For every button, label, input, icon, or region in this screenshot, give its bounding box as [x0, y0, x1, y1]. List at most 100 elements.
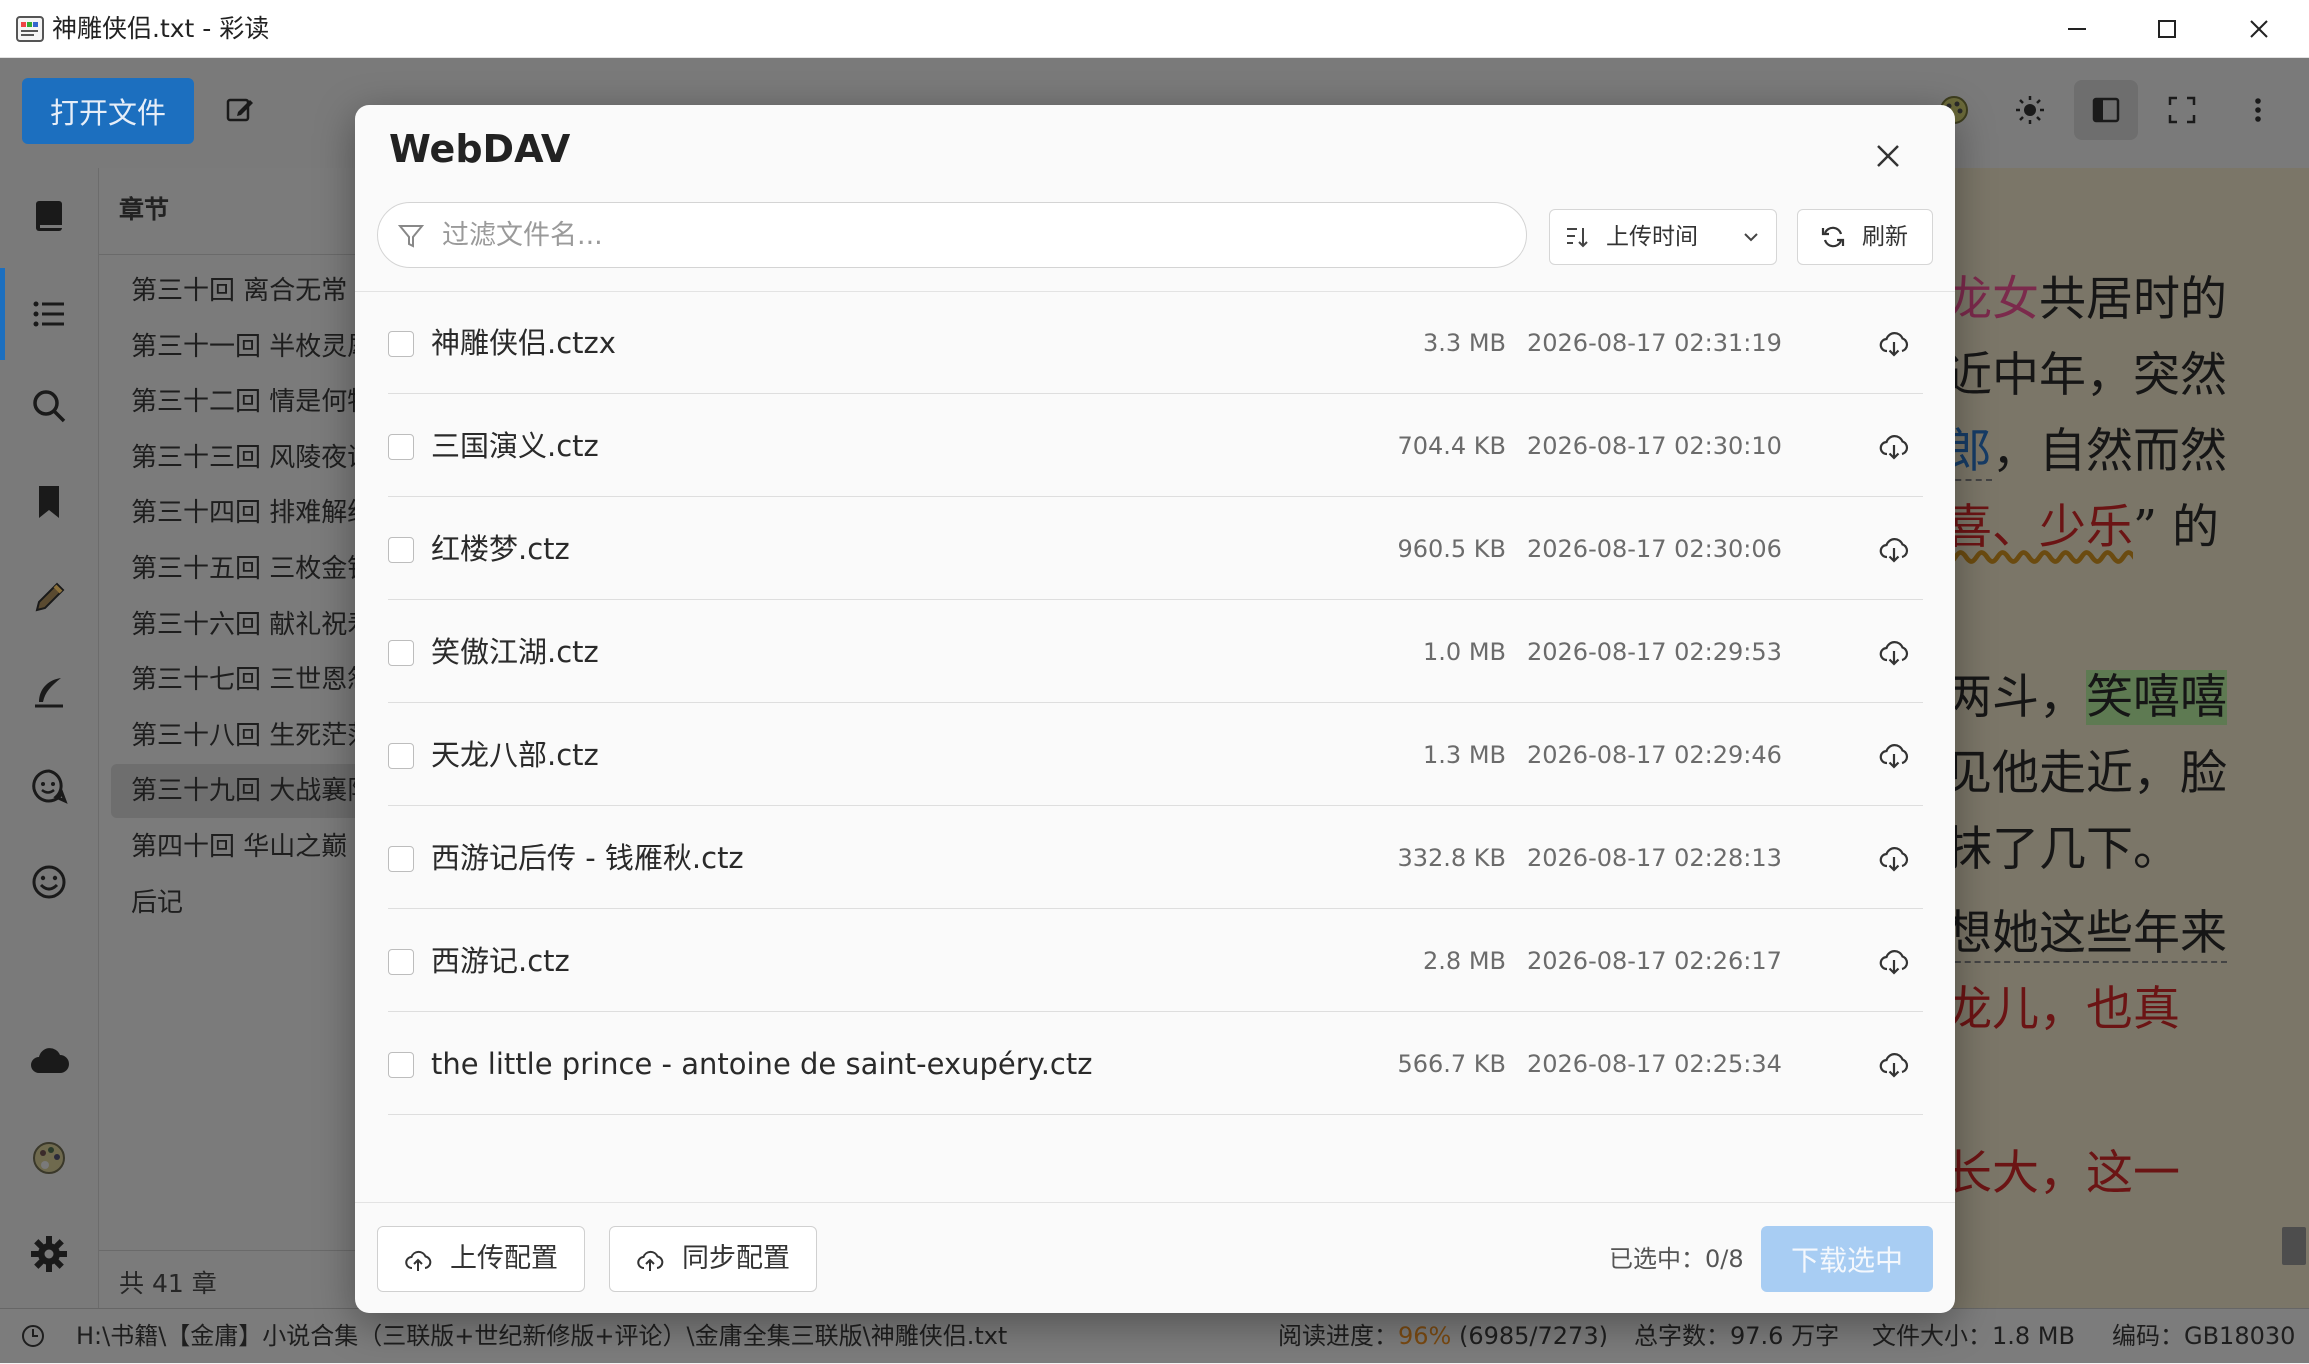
- file-checkbox[interactable]: [388, 537, 414, 563]
- chapter-item[interactable]: 后记: [99, 876, 361, 930]
- cloud-icon: [31, 1048, 69, 1073]
- text-line: 龙女共居时的: [1945, 260, 2227, 329]
- file-checkbox[interactable]: [388, 640, 414, 666]
- close-window-button[interactable]: [2214, 0, 2304, 58]
- file-name: 三国演义.ctz: [431, 429, 599, 463]
- chapter-item[interactable]: 第三十一回 半枚灵犀: [99, 320, 361, 374]
- file-row[interactable]: 西游记.ctz 2.8 MB 2026-08-17 02:26:17: [388, 910, 1923, 1012]
- bookshelf-button[interactable]: [25, 192, 73, 240]
- cloud-download-icon[interactable]: [1878, 534, 1910, 566]
- text-line: 两斗，笑嘻嘻: [1945, 658, 2227, 727]
- file-upload-time: 2026-08-17 02:29:46: [1527, 741, 1782, 769]
- chapter-item[interactable]: 第三十五回 三枚金针: [99, 542, 361, 596]
- chapter-item[interactable]: 第三十四回 排难解纷: [99, 486, 361, 540]
- file-size: 1.0 MB: [1423, 638, 1506, 666]
- progress-percent: 96%: [1398, 1322, 1452, 1350]
- file-row[interactable]: 笑傲江湖.ctz 1.0 MB 2026-08-17 02:29:53: [388, 601, 1923, 703]
- cloud-download-icon[interactable]: [1878, 637, 1910, 669]
- text-span: 近中年，突然: [1945, 348, 2227, 403]
- search-button[interactable]: [25, 382, 73, 430]
- upload-config-button[interactable]: 上传配置: [377, 1226, 585, 1292]
- file-upload-time: 2026-08-17 02:29:53: [1527, 638, 1782, 666]
- chapter-item[interactable]: 第三十九回 大战襄阳: [111, 764, 373, 819]
- chapter-panel-title: 章节: [119, 195, 170, 224]
- refresh-button[interactable]: 刷新: [1797, 209, 1933, 265]
- notes-button[interactable]: [25, 574, 73, 622]
- progress-detail: (6985/7273): [1458, 1322, 1608, 1350]
- text-span: ，自然而然: [1992, 424, 2227, 479]
- edit-button[interactable]: [218, 88, 262, 132]
- text-line: 郎，自然而然: [1945, 412, 2227, 481]
- file-row[interactable]: 西游记后传 - 钱雁秋.ctz 332.8 KB 2026-08-17 02:28:…: [388, 807, 1923, 909]
- file-checkbox[interactable]: [388, 434, 414, 460]
- chapter-item[interactable]: 第三十三回 风陵夜话: [99, 431, 361, 485]
- cloud-download-icon[interactable]: [1878, 328, 1910, 360]
- close-dialog-button[interactable]: [1865, 133, 1911, 179]
- divider: [355, 1202, 1955, 1203]
- cloud-download-icon[interactable]: [1878, 431, 1910, 463]
- open-file-button[interactable]: 打开文件: [22, 78, 194, 144]
- sync-config-button[interactable]: 同步配置: [609, 1226, 817, 1292]
- cloud-download-icon[interactable]: [1878, 1049, 1910, 1081]
- file-row[interactable]: 神雕侠侣.ctzx 3.3 MB 2026-08-17 02:31:19: [388, 292, 1923, 394]
- file-row[interactable]: the little prince - antoine de saint-exu…: [388, 1013, 1923, 1115]
- more-menu-button[interactable]: [2236, 88, 2280, 132]
- cloud-download-icon[interactable]: [1878, 843, 1910, 875]
- chapter-item[interactable]: 第三十六回 献礼祝寿: [99, 598, 361, 652]
- ai-assistant-button[interactable]: [25, 762, 73, 810]
- text-span: 两斗，: [1945, 670, 2086, 725]
- divider: [99, 1250, 361, 1251]
- brightness-button[interactable]: [2008, 88, 2052, 132]
- minimize-button[interactable]: [2032, 0, 2122, 58]
- chapter-item[interactable]: 第三十七回 三世恩怨: [99, 653, 361, 707]
- refresh-icon: [1820, 224, 1846, 250]
- chapters-button[interactable]: [25, 290, 73, 338]
- text-line: 想她这些年来: [1945, 894, 2227, 963]
- gear-icon: [31, 1236, 67, 1272]
- file-size: 960.5 KB: [1397, 535, 1506, 563]
- maximize-button[interactable]: [2122, 0, 2212, 58]
- text-line: 抹了几下。: [1945, 810, 2180, 879]
- file-row[interactable]: 红楼梦.ctz 960.5 KB 2026-08-17 02:30:06: [388, 498, 1923, 600]
- progress-label: 阅读进度：: [1278, 1322, 1398, 1350]
- chapter-count: 共 41 章: [119, 1269, 217, 1298]
- annotations-button[interactable]: [25, 668, 73, 716]
- chapter-panel: 章节 第三十回 离合无常 第三十一回 半枚灵犀 第三十二回 情是何物 第三十三回 风陵…: [98, 168, 373, 1308]
- file-row[interactable]: 三国演义.ctz 704.4 KB 2026-08-17 02:30:10: [388, 395, 1923, 497]
- chapter-item[interactable]: 第四十回 华山之巅: [99, 820, 361, 874]
- file-checkbox[interactable]: [388, 743, 414, 769]
- text-span: 喜、少乐: [1945, 500, 2133, 555]
- file-checkbox[interactable]: [388, 846, 414, 872]
- app-logo-icon: [14, 12, 48, 46]
- scrollbar-thumb[interactable]: [2282, 1227, 2306, 1265]
- file-checkbox[interactable]: [388, 1052, 414, 1078]
- palette-icon: [33, 1142, 65, 1174]
- cloud-sync-button[interactable]: [25, 1038, 73, 1086]
- filter-input[interactable]: [440, 213, 1500, 257]
- text-span: ” 的: [2133, 500, 2219, 555]
- cloud-download-icon[interactable]: [1878, 740, 1910, 772]
- sort-dropdown[interactable]: 上传时间: [1549, 209, 1777, 265]
- smiley-icon: [32, 865, 66, 899]
- file-size: 2.8 MB: [1423, 947, 1506, 975]
- file-checkbox[interactable]: [388, 949, 414, 975]
- chapter-item[interactable]: 第三十八回 生死茫茫: [99, 709, 361, 763]
- chapter-item[interactable]: 第三十回 离合无常: [99, 264, 361, 318]
- settings-button[interactable]: [25, 1230, 73, 1278]
- cloud-download-icon[interactable]: [1878, 946, 1910, 978]
- file-path: H:\书籍\【金庸】小说合集（三联版+世纪新修版+评论）\金庸全集三联版\神雕侠…: [76, 1322, 1008, 1350]
- file-row[interactable]: 天龙八部.ctz 1.3 MB 2026-08-17 02:29:46: [388, 704, 1923, 806]
- maximize-icon: [2158, 20, 2176, 38]
- chapter-item[interactable]: 第三十二回 情是何物: [99, 375, 361, 429]
- theme-button[interactable]: [25, 1134, 73, 1182]
- download-selected-button[interactable]: 下载选中: [1761, 1226, 1933, 1292]
- pencil-icon: [35, 582, 65, 612]
- file-name: 天龙八部.ctz: [431, 738, 599, 772]
- file-checkbox[interactable]: [388, 331, 414, 357]
- bookmarks-button[interactable]: [25, 478, 73, 526]
- fullscreen-button[interactable]: [2160, 88, 2204, 132]
- text-span: 龙女: [1945, 272, 2039, 327]
- emoji-button[interactable]: [25, 858, 73, 906]
- toggle-sidebar-button[interactable]: [2074, 80, 2138, 140]
- encoding: 编码：GB18030: [2112, 1322, 2296, 1350]
